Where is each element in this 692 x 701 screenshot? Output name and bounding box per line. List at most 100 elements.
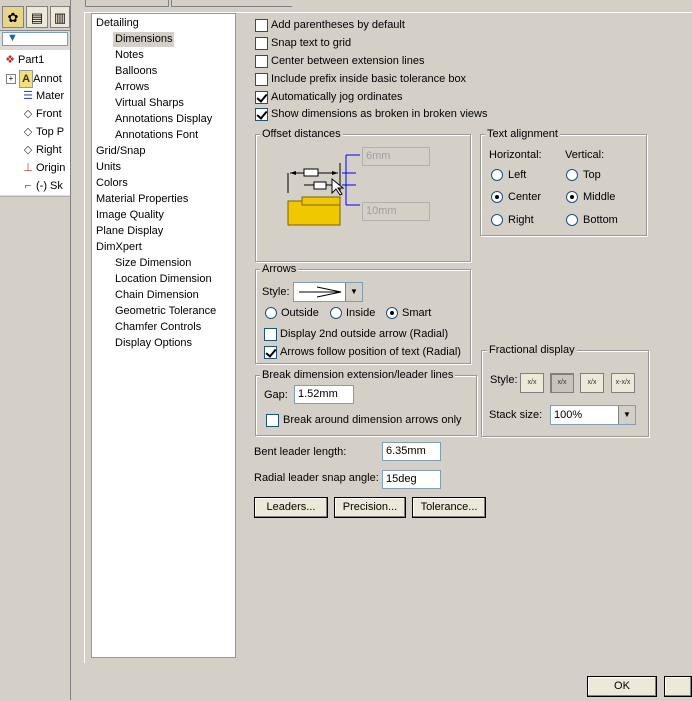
tolerance-button[interactable]: Tolerance... [412, 497, 486, 518]
feature-manager-empty-area [0, 196, 70, 701]
tree-item-top-plane[interactable]: ◇ Top P [20, 124, 64, 140]
align-top-label: Top [583, 169, 601, 181]
category-dimxpert[interactable]: DimXpert [94, 240, 144, 255]
tree-item-origin[interactable]: ⊥ Origin [20, 160, 65, 176]
show-broken-dimensions-label: Show dimensions as broken in broken view… [271, 108, 488, 120]
align-center-radio[interactable] [491, 191, 503, 203]
category-annotations-display[interactable]: Annotations Display [113, 112, 214, 127]
dialog-tab-left[interactable] [85, 0, 169, 7]
material-icon: ☰ [23, 90, 33, 102]
arrows-follow-text-checkbox[interactable] [264, 346, 277, 359]
gap-field[interactable]: 1.52mm [294, 385, 354, 404]
precision-button[interactable]: Precision... [334, 497, 406, 518]
category-chamfer-controls[interactable]: Chamfer Controls [113, 320, 203, 335]
fractional-display-title: Fractional display [487, 344, 577, 356]
category-grid-snap[interactable]: Grid/Snap [94, 144, 148, 159]
annotations-icon: A [19, 70, 34, 88]
category-display-options[interactable]: Display Options [113, 336, 194, 351]
arrows-follow-text-label: Arrows follow position of text (Radial) [280, 346, 461, 358]
center-between-extension-checkbox[interactable] [255, 55, 268, 68]
arrow-style-label: Style: [262, 286, 290, 298]
tree-item-front-plane[interactable]: ◇ Front [20, 106, 62, 122]
expand-icon[interactable]: + [6, 74, 16, 85]
align-left-radio[interactable] [491, 169, 503, 181]
show-broken-dimensions-checkbox[interactable] [255, 108, 268, 121]
plane-icon: ◇ [23, 144, 33, 156]
category-image-quality[interactable]: Image Quality [94, 208, 166, 223]
arrows-title: Arrows [260, 263, 299, 275]
feature-manager-tabs: ✿ ▤ ▥ [0, 0, 70, 31]
align-top-radio[interactable] [566, 169, 578, 181]
arrow-smart-radio[interactable] [386, 307, 398, 319]
category-virtual-sharps[interactable]: Virtual Sharps [113, 96, 186, 111]
category-material-properties[interactable]: Material Properties [94, 192, 190, 207]
bent-leader-length-field[interactable]: 6.35mm [382, 442, 441, 461]
property-manager-tab[interactable]: ▤ [26, 6, 48, 28]
fraction-style-inline-button[interactable]: x/x [520, 373, 544, 393]
cancel-button-partial[interactable] [664, 676, 692, 697]
category-plane-display[interactable]: Plane Display [94, 224, 165, 239]
filter-icon: ▼ [7, 32, 18, 44]
category-notes[interactable]: Notes [113, 48, 146, 63]
add-parentheses-checkbox[interactable] [255, 19, 268, 32]
dialog-tab-right[interactable] [171, 0, 292, 7]
radial-snap-angle-label: Radial leader snap angle: [254, 472, 379, 484]
fraction-style-label: Style: [490, 374, 518, 386]
configuration-manager-tab[interactable]: ▥ [50, 6, 70, 28]
snap-text-to-grid-checkbox[interactable] [255, 37, 268, 50]
auto-jog-ordinates-checkbox[interactable] [255, 91, 268, 104]
category-geometric-tolerance[interactable]: Geometric Tolerance [113, 304, 218, 319]
category-tree[interactable]: Detailing Dimensions Notes Balloons Arro… [91, 13, 236, 658]
chevron-down-icon[interactable]: ▼ [345, 283, 362, 301]
arrow-inside-radio[interactable] [330, 307, 342, 319]
break-around-arrows-checkbox[interactable] [266, 414, 279, 427]
align-middle-radio[interactable] [566, 191, 578, 203]
fraction-style-diagonal-button[interactable]: x/x [580, 373, 604, 393]
leaders-button[interactable]: Leaders... [254, 497, 328, 518]
stack-size-value: 100% [554, 409, 583, 421]
category-balloons[interactable]: Balloons [113, 64, 159, 79]
feature-tree: ❖ Part1 + A Annot ☰ Mater ◇ Front ◇ Top P ◇ Ri… [0, 50, 70, 195]
category-arrows[interactable]: Arrows [113, 80, 151, 95]
category-chain-dimension[interactable]: Chain Dimension [113, 288, 201, 303]
align-bottom-label: Bottom [583, 214, 618, 226]
category-colors[interactable]: Colors [94, 176, 130, 191]
tree-item-right-plane[interactable]: ◇ Right [20, 142, 62, 158]
include-prefix-checkbox[interactable] [255, 73, 268, 86]
align-right-radio[interactable] [491, 214, 503, 226]
category-location-dimension[interactable]: Location Dimension [113, 272, 214, 287]
text-alignment-title: Text alignment [485, 128, 560, 140]
stack-size-label: Stack size: [489, 409, 543, 421]
align-center-label: Center [508, 191, 542, 203]
arrow-smart-label: Smart [402, 307, 432, 319]
filter-field[interactable]: ▼ [2, 32, 68, 46]
feature-manager-tab[interactable]: ✿ [2, 6, 24, 28]
tree-item-sketch[interactable]: ⌐ (-) Sk [20, 178, 63, 194]
break-dimension-group [255, 375, 477, 436]
chevron-down-icon[interactable]: ▼ [618, 406, 635, 424]
fraction-style-mixed-button[interactable]: x-x/x [611, 373, 635, 393]
fraction-style-stacked-button[interactable]: x/x [550, 373, 574, 393]
category-units[interactable]: Units [94, 160, 123, 175]
plane-icon: ◇ [23, 126, 33, 138]
display-2nd-arrow-checkbox[interactable] [264, 328, 277, 341]
part-preview-step [301, 196, 341, 206]
tree-item-material[interactable]: ☰ Mater [20, 88, 64, 104]
bent-leader-length-label: Bent leader length: [254, 446, 347, 458]
category-annotations-font[interactable]: Annotations Font [113, 128, 200, 143]
tree-item-part[interactable]: ❖ Part1 [2, 52, 44, 68]
align-bottom-radio[interactable] [566, 214, 578, 226]
arrow-style-combo[interactable]: ▼ [293, 282, 363, 302]
align-middle-label: Middle [583, 191, 616, 203]
offset-distance-1-field[interactable]: 6mm [362, 147, 430, 166]
category-detailing[interactable]: Detailing [94, 16, 141, 31]
stack-size-combo[interactable]: 100% ▼ [550, 405, 636, 425]
display-2nd-arrow-label: Display 2nd outside arrow (Radial) [280, 328, 449, 340]
ok-button[interactable]: OK [587, 676, 657, 697]
radial-snap-angle-field[interactable]: 15deg [382, 470, 441, 489]
offset-distance-2-field[interactable]: 10mm [362, 202, 430, 221]
category-dimensions[interactable]: Dimensions [113, 32, 175, 47]
category-size-dimension[interactable]: Size Dimension [113, 256, 193, 271]
arrow-outside-radio[interactable] [265, 307, 277, 319]
tree-item-annotations[interactable]: + A Annot [6, 70, 62, 88]
